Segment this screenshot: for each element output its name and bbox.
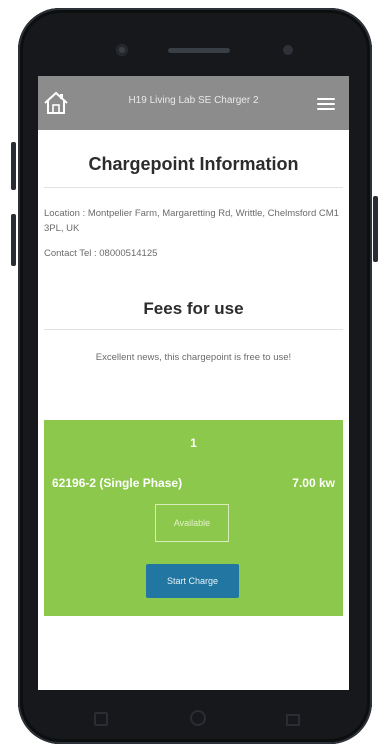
- connector-number: 1: [190, 436, 197, 450]
- header-title: H19 Living Lab SE Charger 2: [128, 95, 259, 106]
- back-icon[interactable]: [286, 714, 300, 726]
- volume-up-key: [11, 142, 16, 190]
- power-key: [373, 196, 378, 262]
- connector-power: 7.00 kw: [292, 476, 335, 490]
- home-button-icon[interactable]: [190, 710, 206, 726]
- front-camera-icon: [116, 44, 128, 56]
- app-header: H19 Living Lab SE Charger 2: [38, 76, 349, 130]
- home-icon[interactable]: [42, 89, 70, 117]
- volume-down-key: [11, 214, 16, 266]
- phone-screen: H19 Living Lab SE Charger 2 Chargepoint …: [38, 76, 349, 690]
- earpiece-speaker: [168, 48, 230, 53]
- connector-card: 1 62196-2 (Single Phase) 7.00 kw Availab…: [44, 420, 343, 616]
- chargepoint-heading: Chargepoint Information: [88, 154, 299, 174]
- hamburger-menu-icon[interactable]: [317, 98, 335, 110]
- contact-tel: Contact Tel : 08000514125: [44, 248, 158, 259]
- sensor-icon: [283, 45, 293, 55]
- status-badge: Available: [155, 504, 229, 542]
- location-text: Location : Montpelier Farm, Margaretting…: [44, 208, 339, 234]
- fees-heading: Fees for use: [143, 299, 244, 318]
- divider: [44, 329, 343, 330]
- recent-apps-icon[interactable]: [94, 712, 108, 726]
- connector-type: 62196-2 (Single Phase): [52, 476, 183, 490]
- start-charge-button[interactable]: Start Charge: [146, 564, 239, 598]
- divider: [44, 187, 343, 188]
- fees-note: Excellent news, this chargepoint is free…: [95, 352, 292, 363]
